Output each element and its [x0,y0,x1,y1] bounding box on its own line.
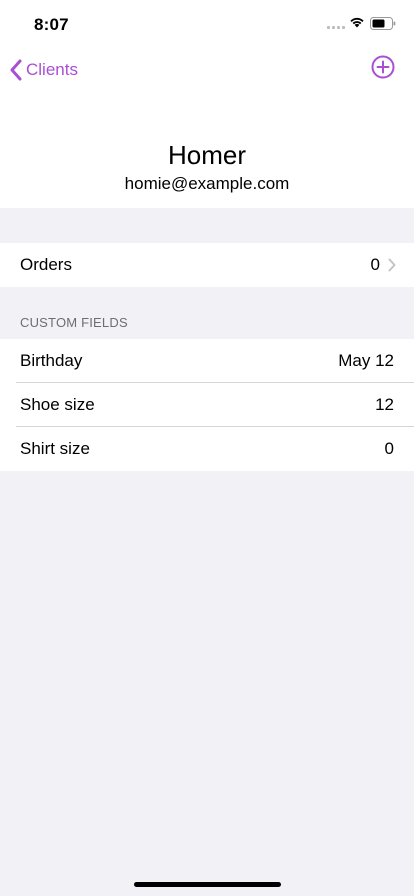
wifi-icon [350,17,364,28]
add-circle-icon[interactable] [370,54,396,80]
navigation-bar: Clients [0,48,414,92]
status-bar: 8:07 [0,0,414,48]
custom-field-value: 12 [375,395,394,414]
home-indicator[interactable] [134,882,281,887]
custom-fields-group: Birthday May 12 Shoe size 12 Shirt size … [0,339,414,471]
custom-field-value: 0 [384,439,394,458]
client-name: Homer [167,140,246,170]
orders-label: Orders [20,255,72,274]
custom-field-label: Birthday [20,351,83,370]
custom-field-row[interactable]: Birthday May 12 [0,339,414,383]
custom-field-row[interactable]: Shirt size 0 [0,427,414,471]
orders-row[interactable]: Orders 0 [0,243,414,287]
battery-icon [370,17,396,30]
custom-field-value: May 12 [338,351,394,370]
custom-field-row[interactable]: Shoe size 12 [0,383,414,427]
custom-fields-header: CUSTOM FIELDS [20,315,128,330]
chevron-right-icon [388,258,396,272]
client-header: Homer homie@example.com [0,92,414,208]
orders-count: 0 [370,255,380,274]
chevron-left-icon [10,59,22,81]
back-button[interactable]: Clients [10,54,78,86]
cellular-signal-icon [327,26,345,30]
orders-group: Orders 0 [0,243,414,287]
custom-field-label: Shoe size [20,395,95,414]
custom-field-label: Shirt size [20,439,90,458]
back-label: Clients [26,60,78,79]
client-email: homie@example.com [124,174,290,193]
status-time: 8:07 [34,15,69,34]
